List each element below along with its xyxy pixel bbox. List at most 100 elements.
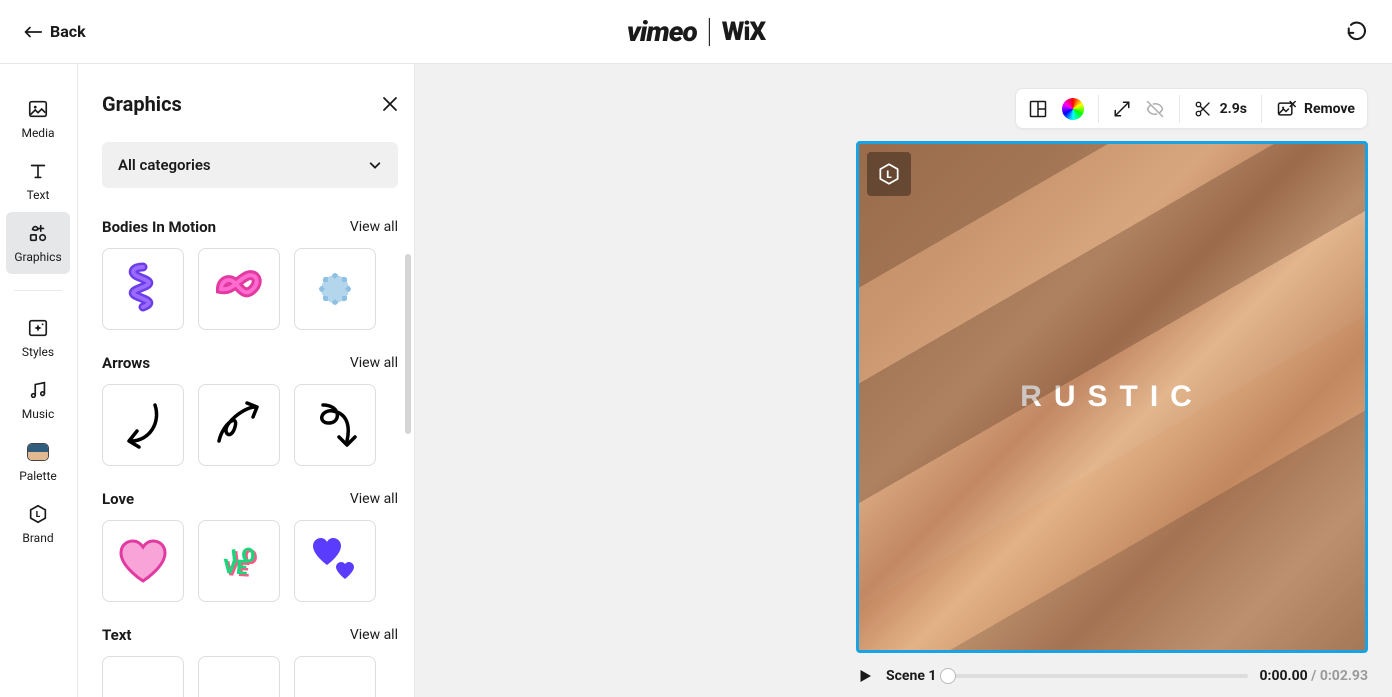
nav-styles[interactable]: Styles	[6, 307, 70, 369]
section-title: Arrows	[102, 354, 150, 372]
undo-button[interactable]	[1346, 21, 1368, 43]
back-label: Back	[50, 22, 86, 41]
stage-wrapper: L RUSTIC Scene 1 0:00.00 / 0:02.93	[856, 141, 1368, 685]
back-button[interactable]: Back	[24, 22, 86, 41]
graphic-text-1[interactable]	[102, 656, 184, 697]
canvas-text[interactable]: RUSTIC	[859, 380, 1365, 414]
play-bar: Scene 1 0:00.00 / 0:02.93	[856, 667, 1368, 685]
time-display: 0:00.00 / 0:02.93	[1260, 668, 1369, 684]
nav-separator	[14, 290, 62, 291]
nav-palette[interactable]: Palette	[6, 431, 70, 493]
left-nav: Media Text Graphics Styles	[0, 64, 77, 697]
layout-button[interactable]	[1028, 99, 1048, 119]
color-button[interactable]	[1062, 98, 1084, 120]
chevron-down-icon	[368, 158, 382, 172]
color-wheel-icon	[1062, 98, 1084, 120]
nav-label: Text	[27, 188, 50, 202]
graphic-heart-pink[interactable]	[102, 520, 184, 602]
toolbar-separator	[1261, 95, 1262, 123]
time-current: 0:00.00	[1260, 668, 1308, 684]
panel-header: Graphics	[102, 92, 398, 116]
svg-text:L: L	[36, 510, 41, 520]
graphic-infinity[interactable]	[198, 248, 280, 330]
logo-divider	[709, 18, 710, 46]
graphic-spring[interactable]	[102, 248, 184, 330]
scissors-icon	[1194, 100, 1212, 118]
graphic-arrow-curve-down[interactable]	[102, 384, 184, 466]
section-title: Love	[102, 490, 134, 508]
palette-icon	[27, 441, 49, 463]
main-area: Media Text Graphics Styles	[0, 64, 1392, 697]
brand-badge[interactable]: L	[867, 152, 911, 196]
love-sticker-icon: LOVE	[227, 544, 251, 578]
toolbar-separator	[1179, 95, 1180, 123]
graphic-text-2[interactable]	[198, 656, 280, 697]
view-all-link[interactable]: View all	[350, 219, 398, 235]
categories-dropdown[interactable]: All categories	[102, 142, 398, 188]
visibility-button[interactable]	[1145, 99, 1165, 119]
nav-label: Palette	[19, 469, 57, 483]
text-icon	[27, 160, 49, 182]
time-total: 0:02.93	[1320, 668, 1368, 684]
wix-logo: WiX	[722, 17, 765, 47]
nav-label: Styles	[22, 345, 54, 359]
music-icon	[27, 379, 49, 401]
graphic-flower-burst[interactable]	[294, 248, 376, 330]
brand-badge-icon: L	[876, 161, 902, 187]
graphics-icon	[27, 222, 49, 244]
expand-button[interactable]	[1113, 100, 1131, 118]
graphic-love-text[interactable]: LOVE	[198, 520, 280, 602]
graphic-text-3[interactable]	[294, 656, 376, 697]
remove-label: Remove	[1304, 101, 1355, 117]
layout-icon	[1028, 99, 1048, 119]
graphic-arrow-loop[interactable]	[198, 384, 280, 466]
remove-image-icon	[1276, 99, 1296, 119]
vimeo-logo: vimeo	[627, 15, 697, 48]
nav-label: Graphics	[14, 250, 61, 264]
close-panel-button[interactable]	[382, 96, 398, 112]
play-button[interactable]	[856, 667, 874, 685]
scene-label: Scene 1	[886, 668, 936, 684]
section-love: Love View all LOVE	[102, 490, 398, 602]
slider-handle[interactable]	[940, 668, 956, 684]
canvas-stage[interactable]: L RUSTIC	[856, 141, 1368, 653]
nav-media[interactable]: Media	[6, 88, 70, 150]
expand-icon	[1113, 100, 1131, 118]
view-all-link[interactable]: View all	[350, 355, 398, 371]
duration-label: 2.9s	[1220, 101, 1247, 117]
canvas-area: 2.9s Remove L RUSTIC Scene 1	[415, 64, 1392, 697]
dropdown-value: All categories	[118, 156, 211, 174]
time-sep: /	[1308, 668, 1320, 684]
eye-off-icon	[1145, 99, 1165, 119]
timeline-slider[interactable]	[948, 674, 1247, 678]
nav-text[interactable]: Text	[6, 150, 70, 212]
scrollbar[interactable]	[405, 254, 411, 434]
brand-icon: L	[27, 503, 49, 525]
section-title: Text	[102, 626, 131, 644]
arrow-left-icon	[24, 25, 42, 39]
image-icon	[27, 98, 49, 120]
view-all-link[interactable]: View all	[350, 627, 398, 643]
trim-button[interactable]: 2.9s	[1194, 100, 1247, 118]
nav-label: Brand	[22, 531, 53, 545]
nav-label: Music	[22, 407, 54, 421]
section-arrows: Arrows View all	[102, 354, 398, 466]
close-icon	[382, 96, 398, 112]
view-all-link[interactable]: View all	[350, 491, 398, 507]
remove-button[interactable]: Remove	[1276, 99, 1355, 119]
panel-title: Graphics	[102, 92, 182, 116]
section-text-graphics: Text View all	[102, 626, 398, 697]
toolbar-separator	[1098, 95, 1099, 123]
graphic-arrow-spiral[interactable]	[294, 384, 376, 466]
section-bodies-in-motion: Bodies In Motion View all	[102, 218, 398, 330]
graphic-hearts-purple[interactable]	[294, 520, 376, 602]
sparkle-icon	[27, 317, 49, 339]
canvas-toolbar: 2.9s Remove	[1015, 88, 1368, 129]
logo-group: vimeo WiX	[627, 15, 765, 48]
section-title: Bodies In Motion	[102, 218, 216, 236]
svg-text:L: L	[886, 170, 892, 181]
nav-graphics[interactable]: Graphics	[6, 212, 70, 274]
nav-brand[interactable]: L Brand	[6, 493, 70, 555]
top-bar: Back vimeo WiX	[0, 0, 1392, 64]
nav-music[interactable]: Music	[6, 369, 70, 431]
